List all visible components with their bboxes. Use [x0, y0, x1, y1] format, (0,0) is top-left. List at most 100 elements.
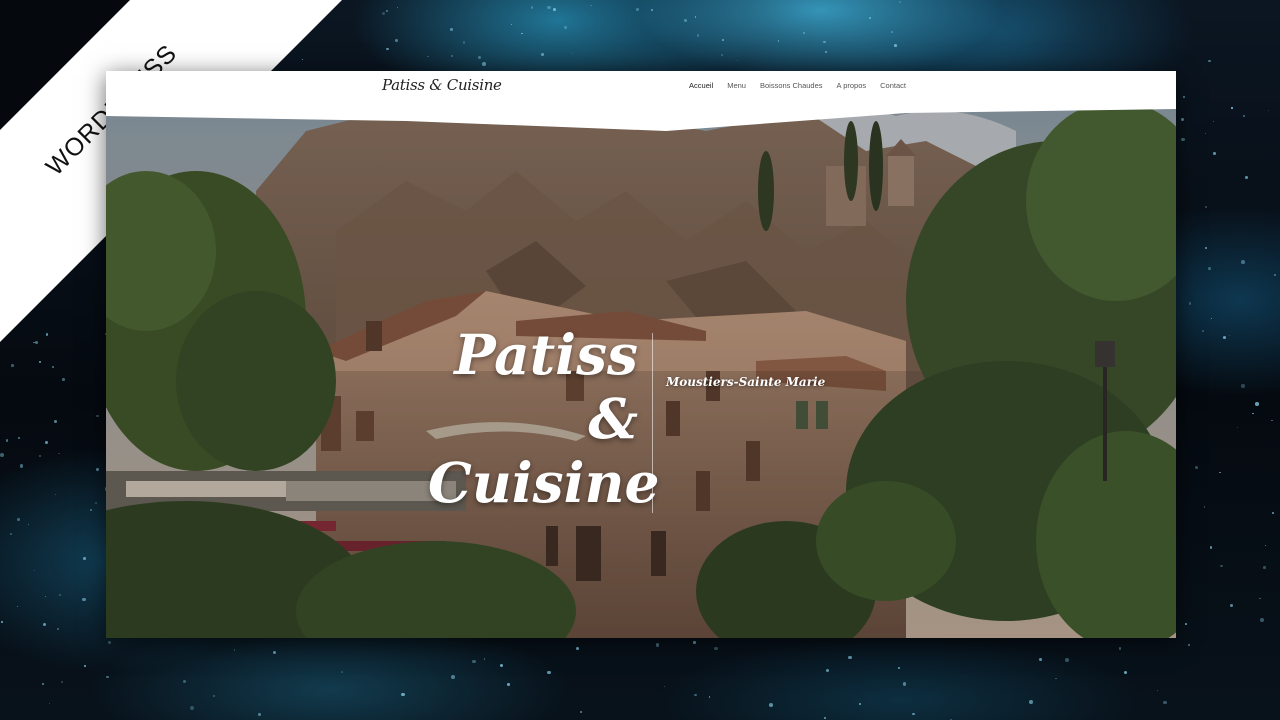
paint-speck	[0, 453, 5, 457]
paint-speck	[82, 597, 86, 602]
paint-speck	[301, 14, 305, 18]
paint-speck	[84, 664, 87, 667]
paint-speck	[450, 54, 454, 58]
paint-speck	[1259, 597, 1261, 600]
site-logo[interactable]: Patiss & Cuisine	[382, 76, 502, 94]
nav-item-a-propos[interactable]: A propos	[837, 81, 867, 90]
paint-speck	[83, 557, 86, 560]
paint-speck	[1211, 318, 1213, 320]
paint-speck	[1270, 419, 1273, 422]
paint-speck	[1209, 545, 1213, 549]
paint-speck	[462, 41, 465, 44]
paint-speck	[386, 10, 388, 12]
paint-speck	[694, 16, 697, 18]
paint-speck	[472, 659, 476, 664]
paint-speck	[869, 16, 871, 19]
paint-speck	[521, 32, 523, 34]
paint-speck	[1203, 505, 1206, 508]
paint-speck	[500, 663, 504, 667]
paint-speck	[694, 693, 697, 696]
paint-speck	[34, 570, 36, 572]
paint-speck	[1123, 670, 1128, 675]
paint-speck	[507, 683, 510, 686]
main-nav: Accueil Menu Boissons Chaudes A propos C…	[689, 81, 906, 90]
paint-speck	[530, 6, 534, 9]
nav-item-accueil[interactable]: Accueil	[689, 81, 713, 90]
paint-speck	[1163, 700, 1167, 705]
nav-item-contact[interactable]: Contact	[880, 81, 906, 90]
paint-speck	[803, 31, 806, 34]
paint-speck	[1212, 121, 1215, 123]
paint-speck	[1213, 152, 1216, 155]
paint-speck	[450, 28, 453, 31]
paint-speck	[891, 31, 893, 33]
paint-speck	[1263, 565, 1266, 569]
paint-speck	[1272, 512, 1275, 515]
paint-speck	[825, 668, 830, 673]
paint-speck	[386, 47, 389, 51]
paint-speck	[10, 364, 14, 368]
paint-speck	[1207, 267, 1211, 270]
paint-speck	[5, 439, 9, 442]
paint-speck	[58, 593, 62, 597]
paint-speck	[38, 455, 41, 457]
paint-speck	[1268, 109, 1270, 111]
paint-speck	[301, 58, 304, 61]
paint-speck	[58, 452, 60, 455]
paint-speck	[737, 59, 739, 61]
paint-speck	[484, 658, 486, 660]
paint-speck	[1259, 618, 1264, 623]
nav-item-boissons-chaudes[interactable]: Boissons Chaudes	[760, 81, 823, 90]
paint-speck	[693, 641, 696, 644]
paint-speck	[450, 675, 455, 679]
paint-speck	[911, 712, 915, 716]
paint-speck	[589, 4, 592, 7]
paint-speck	[720, 53, 723, 56]
paint-speck	[45, 595, 47, 597]
paint-speck	[56, 627, 60, 631]
nav-item-menu[interactable]: Menu	[727, 81, 746, 90]
paint-speck	[45, 440, 48, 444]
paint-speck	[95, 502, 98, 505]
site-navbar: Patiss & Cuisine Accueil Menu Boissons C…	[106, 71, 1176, 103]
paint-speck	[1236, 426, 1239, 429]
paint-speck	[1182, 96, 1185, 99]
paint-speck	[401, 693, 405, 697]
paint-speck	[547, 6, 551, 10]
paint-speck	[1219, 564, 1223, 568]
paint-speck	[824, 716, 827, 720]
paint-speck	[1241, 384, 1245, 388]
paint-speck	[696, 34, 700, 38]
paint-speck	[45, 333, 49, 336]
paint-speck	[1185, 623, 1187, 625]
paint-speck	[713, 646, 718, 651]
paint-speck	[1274, 273, 1277, 276]
hero-title: Patiss & Cuisine	[428, 322, 660, 515]
paint-speck	[1039, 658, 1043, 662]
hero-title-line-1: Patiss	[454, 322, 638, 387]
paint-speck	[1054, 677, 1057, 680]
paint-speck	[1205, 205, 1208, 208]
paint-speck	[511, 24, 513, 26]
paint-speck	[572, 52, 574, 55]
paint-speck	[859, 702, 862, 706]
paint-speck	[1, 621, 3, 623]
paint-speck	[38, 361, 41, 364]
paint-speck	[1204, 133, 1206, 135]
paint-speck	[1064, 658, 1069, 663]
paint-speck	[1252, 412, 1254, 415]
paint-speck	[1243, 114, 1246, 117]
paint-speck	[213, 694, 216, 697]
paint-speck	[1118, 647, 1122, 650]
paint-speck	[1195, 466, 1199, 470]
paint-speck	[902, 682, 907, 686]
paint-speck	[258, 712, 261, 716]
paint-speck	[1240, 260, 1245, 265]
paint-speck	[394, 39, 398, 43]
paint-speck	[182, 679, 186, 683]
paint-speck	[381, 11, 386, 15]
paint-speck	[899, 0, 902, 3]
paint-speck	[1187, 643, 1190, 646]
paint-speck	[1245, 176, 1249, 180]
paint-speck	[322, 5, 324, 8]
